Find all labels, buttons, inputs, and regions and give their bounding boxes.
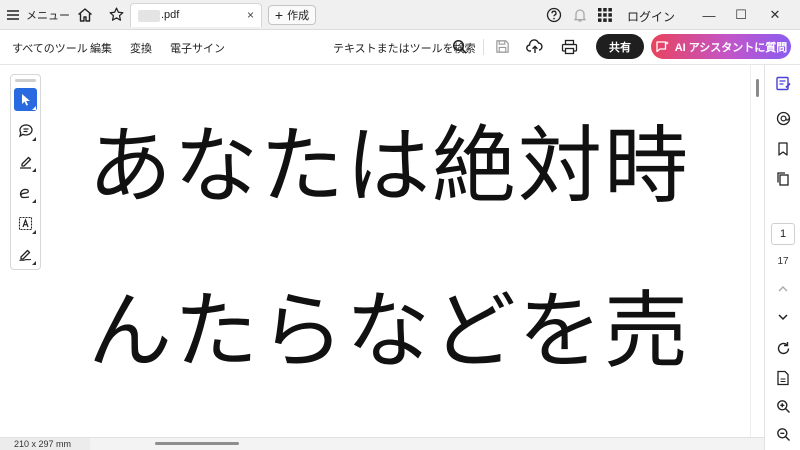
toolbar-divider [483, 39, 484, 55]
next-page-button[interactable] [765, 312, 800, 322]
save-icon[interactable] [495, 39, 510, 54]
total-pages-label: 17 [777, 256, 789, 267]
comment-tool[interactable] [14, 119, 37, 142]
bookmarks-panel-button[interactable] [765, 141, 800, 157]
page-size-label: 210 x 297 mm [0, 438, 90, 450]
zoom-in-button[interactable] [765, 399, 800, 414]
text-box-tool[interactable] [14, 212, 37, 235]
copy-pages-icon [777, 172, 789, 186]
help-icon[interactable] [546, 7, 562, 23]
current-page-input[interactable]: 1 [771, 223, 795, 245]
document-text-line: んたらなどを売 [88, 282, 691, 380]
draw-tool[interactable] [14, 181, 37, 204]
menu-all-tools[interactable]: すべてのツール [12, 40, 88, 56]
highlight-pen-icon [20, 156, 32, 169]
sign-icon [19, 249, 32, 262]
apps-grid-icon[interactable] [598, 8, 612, 22]
submenu-indicator [32, 168, 36, 172]
status-bar: 210 x 297 mm [0, 437, 764, 450]
document-text-line: あなたは絶対時 [88, 117, 691, 215]
sign-tool[interactable] [14, 243, 37, 266]
horizontal-scroll-thumb[interactable] [155, 442, 239, 445]
maximize-button[interactable]: ☐ [730, 4, 752, 26]
create-button[interactable]: + 作成 [268, 5, 316, 25]
menu-e-sign[interactable]: 電子サイン [170, 40, 225, 56]
quick-tools-panel [10, 74, 41, 270]
comment-thread-icon [776, 111, 790, 126]
search-icon[interactable] [452, 39, 468, 55]
vertical-scroll-thumb[interactable] [756, 79, 759, 97]
redacted-filename [138, 10, 160, 22]
document-tab[interactable]: .pdf × [130, 3, 262, 27]
zoom-in-icon [776, 400, 790, 413]
comment-icon [18, 124, 33, 138]
comments-panel-button[interactable] [765, 110, 800, 127]
menu-convert[interactable]: 変換 [130, 40, 152, 56]
menu-button[interactable]: メニュー [6, 5, 70, 25]
freehand-draw-icon [19, 188, 30, 199]
select-cursor-icon [21, 93, 30, 106]
share-button[interactable]: 共有 [596, 34, 644, 59]
ai-assistant-label: AI アシスタントに質問 [674, 41, 788, 54]
zoom-out-button[interactable] [765, 427, 800, 442]
select-tool[interactable] [14, 88, 37, 111]
title-bar: メニュー .pdf × + 作成 ログイン — ☐ ✕ [0, 0, 800, 30]
star-icon[interactable] [108, 6, 125, 23]
zoom-out-icon [776, 428, 790, 441]
highlight-tool[interactable] [14, 150, 37, 173]
plus-icon: + [274, 7, 284, 23]
submenu-indicator [32, 230, 36, 234]
pages-panel-button[interactable] [765, 171, 800, 187]
home-icon[interactable] [76, 6, 94, 24]
submenu-indicator [32, 106, 36, 110]
right-side-panel: 1 17 [764, 65, 800, 450]
chevron-up-icon [778, 286, 788, 292]
panel-grip[interactable] [15, 79, 36, 82]
previous-page-button[interactable] [765, 284, 800, 294]
rotate-button[interactable] [765, 341, 800, 356]
rotate-icon [777, 342, 789, 355]
submenu-indicator [32, 137, 36, 141]
document-canvas[interactable]: あなたは絶対時 んたらなどを売 [0, 65, 750, 437]
menu-label: メニュー [26, 10, 70, 22]
login-link[interactable]: ログイン [627, 8, 675, 25]
edit-panel-button[interactable] [765, 75, 800, 92]
menu-edit[interactable]: 編集 [90, 40, 112, 56]
tab-title: .pdf [161, 9, 180, 21]
text-box-icon [18, 216, 33, 231]
minimize-button[interactable]: — [698, 4, 720, 26]
hamburger-icon [7, 10, 19, 20]
edit-pdf-icon [775, 76, 791, 91]
cloud-upload-icon[interactable] [526, 38, 544, 55]
vertical-scrollbar[interactable] [750, 65, 764, 437]
submenu-indicator [32, 261, 36, 265]
page-fit-button[interactable] [765, 370, 800, 386]
create-label: 作成 [287, 10, 310, 22]
ai-assistant-icon [656, 40, 669, 52]
bell-icon[interactable] [572, 7, 588, 23]
submenu-indicator [32, 199, 36, 203]
ai-assistant-button[interactable]: AI アシスタントに質問 [651, 34, 791, 59]
close-window-button[interactable]: ✕ [764, 4, 786, 26]
bookmark-icon [778, 142, 788, 156]
fit-page-icon [777, 370, 789, 386]
main-toolbar: すべてのツール 編集 変換 電子サイン テキストまたはツールを検索 共有 AI … [0, 30, 800, 65]
print-icon[interactable] [561, 39, 578, 55]
chevron-down-icon [778, 314, 788, 321]
tab-close-button[interactable]: × [247, 8, 254, 22]
